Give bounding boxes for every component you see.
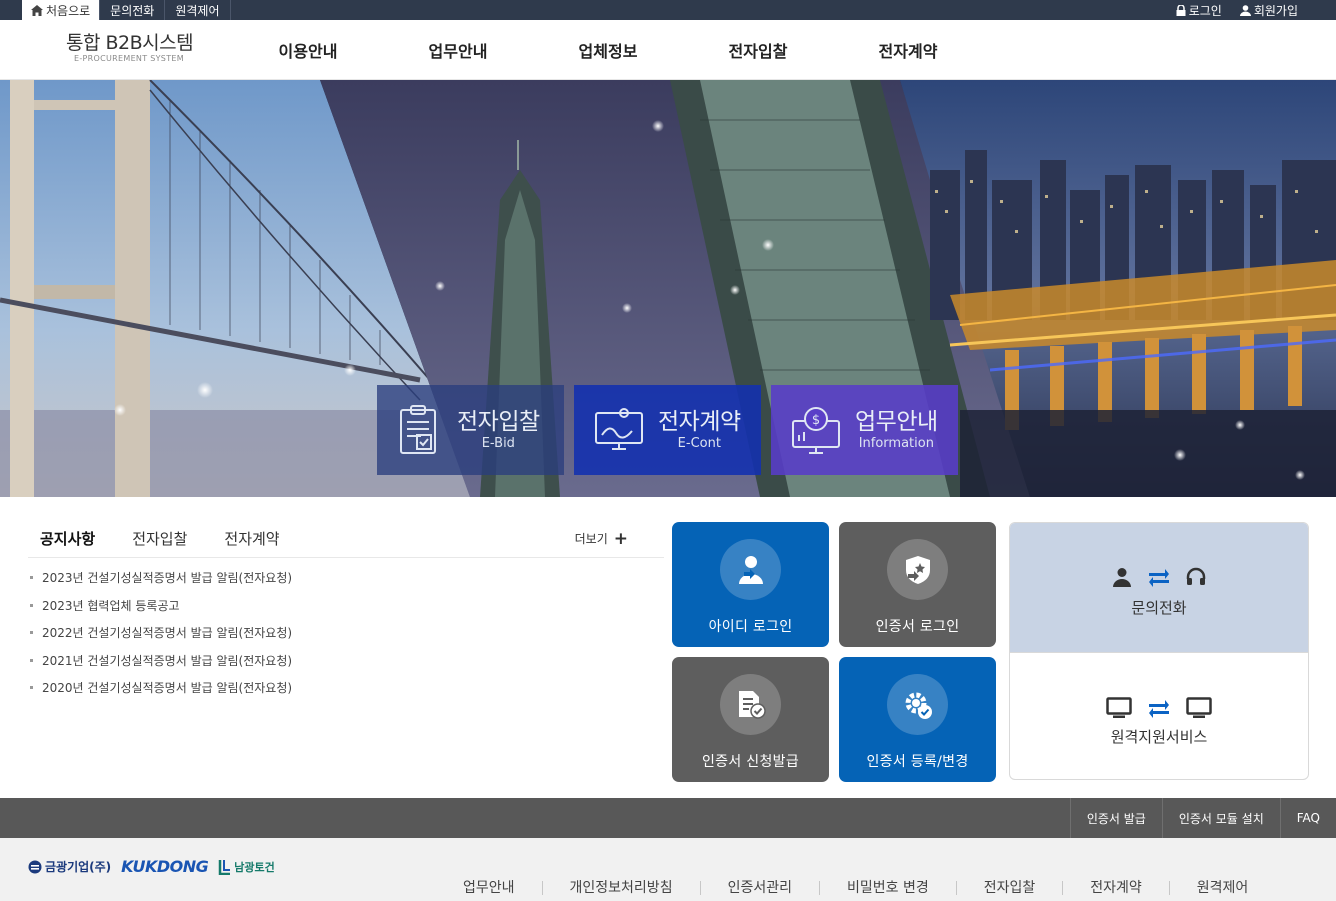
signup-link-label: 회원가입 [1253,3,1298,18]
phone-support-button[interactable]: 문의전화 [1010,523,1308,653]
login-link-label: 로그인 [1188,3,1222,18]
site-header: 통합 B2B시스템 E-PROCUREMENT SYSTEM 이용안내 업무안내… [0,20,1336,80]
footer-cert-manage-link[interactable]: 인증서관리 [699,881,819,895]
footer-remote-link[interactable]: 원격제어 [1168,881,1276,895]
notice-list: 2023년 건설기성실적증명서 발급 알림(전자요청) 2023년 협력업체 등… [28,570,664,708]
user-icon [1239,4,1251,16]
lock-icon [1176,4,1186,16]
nav-econtract[interactable]: 전자계약 [833,20,983,80]
cert-issue-link[interactable]: 인증서 발급 [1069,798,1162,838]
quick-econtract-button[interactable]: 전자계약 E-Cont [574,385,761,475]
cert-module-install-link[interactable]: 인증서 모듈 설치 [1161,798,1280,838]
exchange-arrows-icon [1149,700,1169,718]
plus-icon: + [613,528,628,549]
id-login-icon [720,539,781,600]
person-icon [1113,568,1131,587]
home-link[interactable]: 처음으로 [22,0,101,20]
footer-menu: 업무안내 개인정보처리방침 인증서관리 비밀번호 변경 전자입찰 전자계약 원격… [436,881,1275,895]
quick-ebid-button[interactable]: 전자입찰 E-Bid [377,385,564,475]
quick-econtract-label: 전자계약 [658,409,741,435]
svg-text:$: $ [812,413,820,428]
cert-issue-icon [720,674,781,735]
cert-login-button[interactable]: 인증서 로그인 [839,522,996,647]
signup-link[interactable]: 회원가입 [1239,0,1298,20]
list-item[interactable]: 2023년 건설기성실적증명서 발급 알림(전자요청) [28,570,664,598]
cert-register-button[interactable]: 인증서 등록/변경 [839,657,996,782]
logo-subtitle: E-PROCUREMENT SYSTEM [74,54,184,63]
notice-tabs: 공지사항 전자입찰 전자계약 더보기 + [28,522,664,558]
list-item[interactable]: 2022년 건설기성실적증명서 발급 알림(전자요청) [28,625,664,653]
support-panel: 문의전화 원격지원서비스 [1009,522,1309,780]
logo-title: 통합 B2B시스템 [66,32,194,54]
partner-logos: 금광기업(주) KUKDONG 남광토건 [28,857,275,876]
quick-info-sub: Information [858,436,934,451]
list-item[interactable]: 2021년 건설기성실적증명서 발급 알림(전자요청) [28,653,664,681]
monitor-icon [1186,697,1212,718]
quick-econtract-sub: E-Cont [677,436,721,451]
cert-register-label: 인증서 등록/변경 [866,754,969,770]
exchange-arrows-icon [1149,569,1169,587]
list-item[interactable]: 2020년 건설기성실적증명서 발급 알림(전자요청) [28,680,664,708]
phone-support-label: 문의전화 [1131,599,1187,617]
main-nav: 이용안내 업무안내 업체정보 전자입찰 전자계약 [233,20,983,80]
footer-econtract-link[interactable]: 전자계약 [1062,881,1169,895]
login-link[interactable]: 로그인 [1176,0,1222,20]
remote-support-label: 원격지원서비스 [1110,728,1208,746]
footer-ebid-link[interactable]: 전자입찰 [955,881,1063,895]
more-link[interactable]: 더보기 + [575,530,628,547]
quick-info-button[interactable]: $ 업무안내 Information [771,385,958,475]
kukdong-logo: KUKDONG [121,857,209,876]
cert-login-icon [887,539,948,600]
notice-board: 공지사항 전자입찰 전자계약 더보기 + 2023년 건설기성실적증명서 발급 … [28,522,664,708]
inquiry-link[interactable]: 문의전화 [100,0,166,20]
site-footer: 금광기업(주) KUKDONG 남광토건 업무안내 개인정보처리방침 인증서관리… [0,838,1336,901]
list-item[interactable]: 2023년 협력업체 등록공고 [28,598,664,626]
home-icon [31,4,43,16]
hero-banner: 전자입찰 E-Bid 전자계약 E-Cont $ 업무안내 Informatio… [0,80,1336,497]
id-login-label: 아이디 로그인 [708,619,793,635]
tab-ebid[interactable]: 전자입찰 [132,522,187,557]
more-link-label: 더보기 [574,532,608,546]
footer-password-link[interactable]: 비밀번호 변경 [818,881,956,895]
footer-privacy-link[interactable]: 개인정보처리방침 [541,881,700,895]
top-utility-bar: 처음으로 문의전화 원격제어 로그인 회원가입 [0,0,1336,20]
site-logo[interactable]: 통합 B2B시스템 E-PROCUREMENT SYSTEM [66,32,206,64]
quick-info-label: 업무안내 [855,409,938,435]
cert-issue-button[interactable]: 인증서 신청발급 [672,657,829,782]
clipboard-check-icon [400,405,436,454]
namkwang-logo: 남광토건 [218,859,275,875]
footer-link-bar: 인증서 발급 인증서 모듈 설치 FAQ [0,798,1336,838]
footer-business-link[interactable]: 업무안내 [436,881,542,895]
tab-notice[interactable]: 공지사항 [40,522,95,557]
quick-ebid-sub: E-Bid [481,436,515,451]
monitor-coin-icon: $ [792,407,840,454]
id-login-button[interactable]: 아이디 로그인 [672,522,829,647]
cert-login-label: 인증서 로그인 [875,619,960,635]
nav-company[interactable]: 업체정보 [533,20,683,80]
cert-register-icon [887,674,948,735]
faq-link[interactable]: FAQ [1279,798,1336,838]
cert-issue-label: 인증서 신청발급 [701,754,799,770]
nav-ebid[interactable]: 전자입찰 [683,20,833,80]
tab-econtract[interactable]: 전자계약 [224,522,279,557]
nav-business[interactable]: 업무안내 [383,20,533,80]
monitor-signature-icon [595,408,643,450]
monitor-icon [1106,697,1132,718]
headset-icon [1186,567,1206,585]
quick-ebid-label: 전자입찰 [457,409,540,435]
remote-support-button[interactable]: 원격지원서비스 [1010,653,1308,779]
nav-guide[interactable]: 이용안내 [233,20,383,80]
remote-link[interactable]: 원격제어 [165,0,231,20]
home-link-label: 처음으로 [46,3,91,18]
geumkwang-logo: 금광기업(주) [28,858,111,875]
